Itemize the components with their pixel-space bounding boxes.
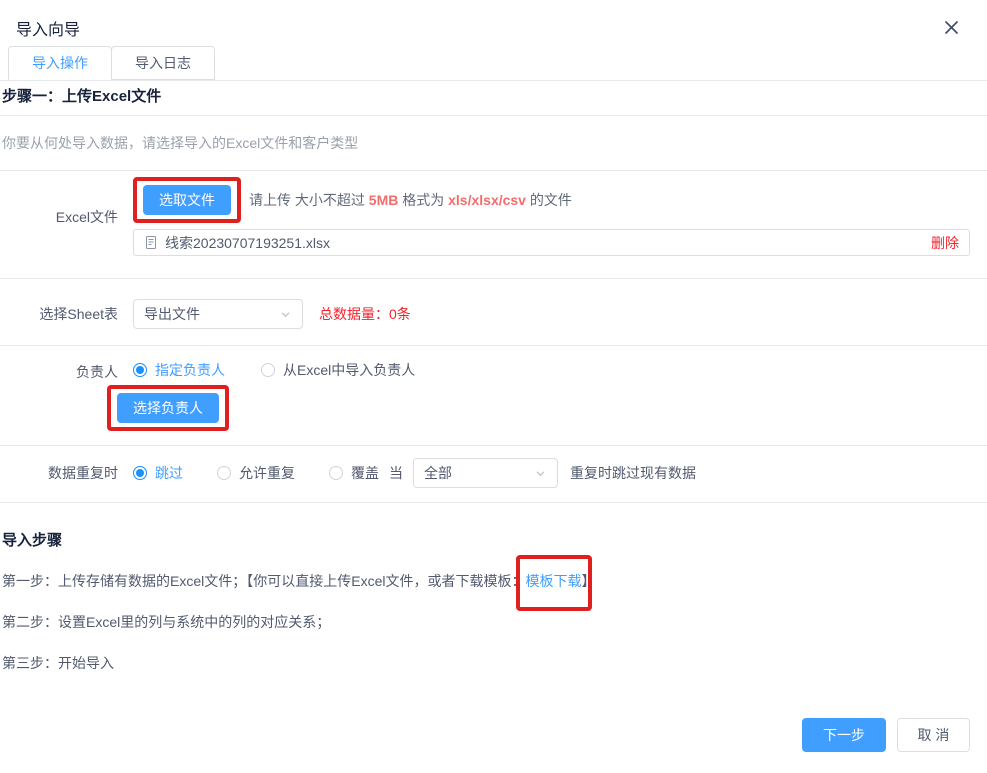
radio-selected-icon — [133, 466, 147, 480]
uploaded-file-item[interactable]: 线索20230707193251.xlsx 删除 — [133, 229, 970, 256]
when-label: 当 — [389, 463, 403, 483]
radio-unselected-icon — [329, 466, 343, 480]
tab-import-log[interactable]: 导入日志 — [111, 46, 215, 80]
sheet-select[interactable]: 导出文件 — [133, 299, 303, 329]
sheet-section: 选择Sheet表 导出文件 总数据量：0条 — [0, 279, 987, 346]
hint-formats: xls/xlsx/csv — [448, 192, 526, 208]
import-wizard-dialog: 导入向导 导入操作 导入日志 步骤一：上传Excel文件 你要从何处导入数据，请… — [0, 0, 987, 673]
chevron-down-icon — [279, 308, 292, 321]
template-download-label: 模板下载 — [525, 573, 581, 589]
tab-bar: 导入操作 导入日志 — [0, 46, 987, 81]
cancel-button[interactable]: 取 消 — [897, 718, 970, 752]
owner-label: 负责人 — [0, 362, 133, 382]
radio-allow-duplicate-label: 允许重复 — [239, 463, 295, 483]
tab-import-operation[interactable]: 导入操作 — [8, 46, 112, 80]
duplicate-suffix-text: 重复时跳过现有数据 — [570, 463, 696, 483]
sheet-select-value: 导出文件 — [144, 304, 200, 324]
step-heading: 步骤一：上传Excel文件 — [0, 81, 987, 116]
radio-import-owner-from-excel[interactable]: 从Excel中导入负责人 — [261, 360, 415, 380]
template-download-link[interactable]: 模板下载 — [525, 571, 581, 591]
duplicate-scope-value: 全部 — [424, 463, 452, 483]
duplicate-section: 数据重复时 跳过 允许重复 覆盖 当 全部 重复时跳过现有数据 — [0, 446, 987, 503]
choose-owner-button[interactable]: 选择负责人 — [117, 393, 219, 423]
import-step-2: 第二步：设置Excel里的列与系统中的列的对应关系； — [2, 612, 987, 632]
radio-unselected-icon — [261, 363, 275, 377]
description-text: 你要从何处导入数据，请选择导入的Excel文件和客户类型 — [0, 116, 987, 171]
annotation-box-choose-file: 选取文件 — [133, 177, 241, 223]
radio-overwrite-label: 覆盖 — [351, 463, 379, 483]
hint-part3: 的文件 — [526, 192, 572, 208]
file-name: 线索20230707193251.xlsx — [165, 233, 330, 253]
owner-section: 负责人 指定负责人 从Excel中导入负责人 选择负责人 — [0, 346, 987, 446]
hint-size-limit: 5MB — [369, 192, 399, 208]
step1-suffix: 】 — [581, 573, 595, 589]
dialog-footer: 下一步 取 消 — [802, 718, 970, 752]
radio-overwrite[interactable]: 覆盖 — [329, 463, 379, 483]
page-title: 导入向导 — [16, 16, 80, 40]
upload-hint: 请上传 大小不超过 5MB 格式为 xls/xlsx/csv 的文件 — [249, 190, 572, 210]
total-count-text: 总数据量：0条 — [319, 304, 411, 324]
radio-skip[interactable]: 跳过 — [133, 463, 183, 483]
radio-selected-icon — [133, 363, 147, 377]
radio-import-owner-label: 从Excel中导入负责人 — [283, 360, 415, 380]
chevron-down-icon — [534, 467, 547, 480]
document-icon — [144, 235, 158, 250]
hint-part2: 格式为 — [398, 192, 448, 208]
radio-unselected-icon — [217, 466, 231, 480]
import-steps-section: 导入步骤 第一步：上传存储有数据的Excel文件；【你可以直接上传Excel文件… — [0, 529, 987, 673]
duplicate-scope-select[interactable]: 全部 — [413, 458, 558, 488]
radio-allow-duplicate[interactable]: 允许重复 — [217, 463, 295, 483]
choose-file-button[interactable]: 选取文件 — [143, 185, 231, 215]
radio-assign-owner-label: 指定负责人 — [155, 360, 225, 380]
step1-prefix: 第一步：上传存储有数据的Excel文件；【你可以直接上传Excel文件，或者下载… — [2, 573, 525, 589]
radio-skip-label: 跳过 — [155, 463, 183, 483]
close-icon[interactable] — [942, 18, 961, 37]
sheet-select-label: 选择Sheet表 — [0, 304, 133, 324]
dialog-header: 导入向导 — [0, 0, 987, 46]
import-step-1: 第一步：上传存储有数据的Excel文件；【你可以直接上传Excel文件，或者下载… — [2, 571, 987, 591]
import-steps-heading: 导入步骤 — [2, 529, 987, 550]
duplicate-label: 数据重复时 — [0, 463, 133, 483]
import-step-3: 第三步：开始导入 — [2, 653, 987, 673]
excel-file-label: Excel文件 — [0, 177, 133, 256]
excel-file-section: Excel文件 选取文件 请上传 大小不超过 5MB 格式为 xls/xlsx/… — [0, 171, 987, 279]
next-step-button[interactable]: 下一步 — [802, 718, 886, 752]
hint-part1: 请上传 大小不超过 — [249, 192, 369, 208]
annotation-box-choose-owner: 选择负责人 — [107, 385, 229, 431]
delete-file-link[interactable]: 删除 — [931, 233, 959, 253]
radio-assign-owner[interactable]: 指定负责人 — [133, 360, 225, 380]
